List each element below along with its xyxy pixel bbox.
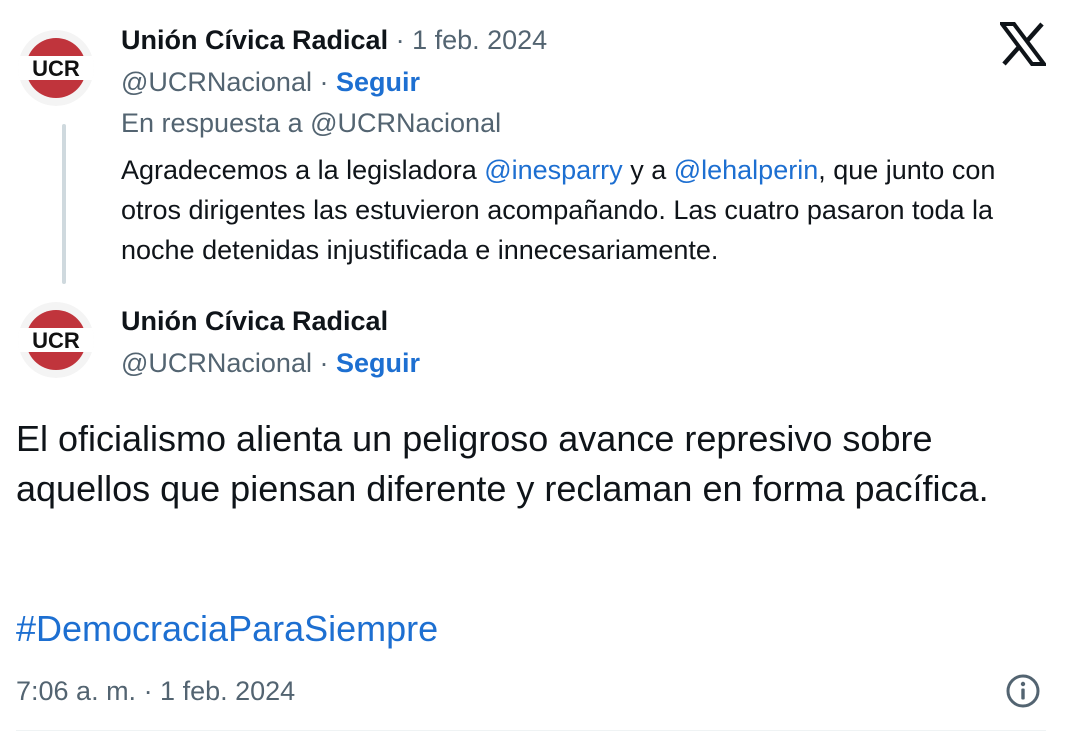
follow-button[interactable]: Seguir xyxy=(336,67,420,97)
avatar[interactable]: UCR xyxy=(18,302,94,378)
tweet-date[interactable]: 1 feb. 2024 xyxy=(412,25,547,55)
info-icon[interactable] xyxy=(1004,672,1042,710)
avatar-text: UCR xyxy=(32,56,80,81)
author-handle[interactable]: @UCRNacional xyxy=(121,348,312,378)
reply-text-part: Agradecemos a la legisladora xyxy=(121,155,485,185)
tweet-timestamp[interactable]: 7:06 a. m. · 1 feb. 2024 xyxy=(16,674,295,708)
date-separator: · xyxy=(388,25,413,55)
author-name[interactable]: Unión Cívica Radical · 1 feb. 2024 xyxy=(121,24,547,56)
handle-row: @UCRNacional · Seguir xyxy=(121,347,420,379)
handle-separator: · xyxy=(311,348,336,378)
handle-row: @UCRNacional · Seguir xyxy=(121,66,420,98)
mention-link[interactable]: @lehalperin xyxy=(674,155,819,185)
reply-to-handle[interactable]: @UCRNacional xyxy=(310,108,501,138)
avatar[interactable]: UCR xyxy=(18,30,94,106)
author-name-text[interactable]: Unión Cívica Radical xyxy=(121,25,388,55)
mention-link[interactable]: @inesparry xyxy=(484,155,622,185)
author-name[interactable]: Unión Cívica Radical xyxy=(121,305,388,337)
reply-text-part: y a xyxy=(622,155,674,185)
reply-to-prefix: En respuesta a xyxy=(121,108,311,138)
reply-tweet-text: Agradecemos a la legisladora @inesparry … xyxy=(121,150,1061,270)
avatar-text: UCR xyxy=(32,328,80,353)
handle-separator: · xyxy=(311,67,336,97)
hashtag-link[interactable]: #DemocraciaParaSiempre xyxy=(16,604,438,654)
thread-line xyxy=(62,124,66,284)
main-tweet-text: El oficialismo alienta un peligroso avan… xyxy=(16,418,989,509)
x-logo-icon[interactable] xyxy=(998,22,1048,66)
reply-context: En respuesta a @UCRNacional xyxy=(121,107,501,139)
bottom-divider xyxy=(16,730,1046,731)
author-handle[interactable]: @UCRNacional xyxy=(121,67,312,97)
follow-button[interactable]: Seguir xyxy=(336,348,420,378)
